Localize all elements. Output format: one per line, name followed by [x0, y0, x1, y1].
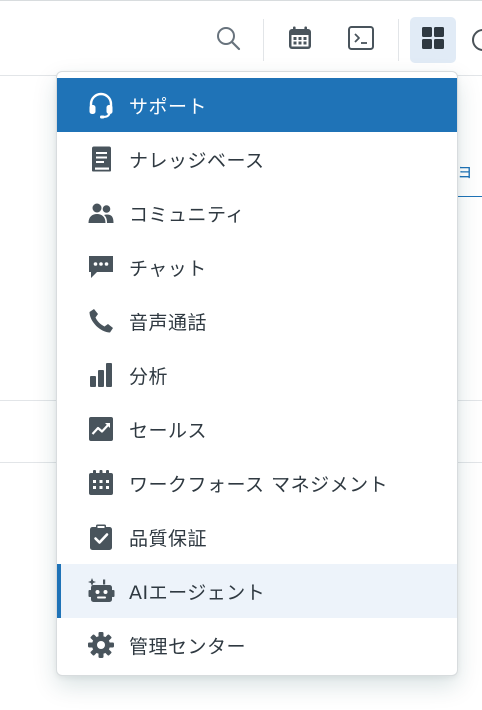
menu-item-label: サポート — [129, 95, 208, 118]
trend-chart-icon — [87, 415, 115, 443]
background-tab-underline — [455, 196, 482, 197]
ai-robot-icon — [87, 577, 115, 605]
book-icon — [87, 145, 115, 173]
menu-item-label: 品質保証 — [129, 527, 208, 550]
menu-item-label: 管理センター — [129, 635, 247, 658]
menu-item-label: ワークフォース マネジメント — [129, 473, 389, 496]
menu-item-chat[interactable]: チャット — [57, 240, 457, 294]
bar-chart-icon — [87, 361, 115, 389]
terminal-icon — [347, 25, 375, 55]
search-icon — [215, 25, 241, 55]
menu-item-label: チャット — [129, 257, 207, 280]
page: ョ サポート ナレッジベース コミュニティ チャット 音声通話 分析 セールス … — [0, 0, 482, 710]
profile-icon[interactable] — [472, 29, 482, 51]
gear-icon — [87, 631, 115, 659]
phone-icon — [87, 307, 115, 335]
product-switcher-menu: サポート ナレッジベース コミュニティ チャット 音声通話 分析 セールス ワー… — [56, 71, 458, 676]
top-bar — [0, 0, 482, 76]
apps-grid-icon — [421, 26, 445, 54]
menu-item-label: コミュニティ — [129, 203, 245, 226]
menu-item-support[interactable]: サポート — [57, 78, 457, 132]
headset-icon — [87, 91, 115, 119]
menu-item-label: 分析 — [129, 365, 169, 388]
menu-item-label: 音声通話 — [129, 311, 208, 334]
menu-item-label: セールス — [129, 419, 208, 442]
calendar-button[interactable] — [277, 17, 323, 63]
workforce-calendar-icon — [87, 469, 115, 497]
search-button[interactable] — [205, 17, 251, 63]
menu-item-ai-agents[interactable]: AIエージェント — [57, 564, 457, 618]
terminal-button[interactable] — [338, 17, 384, 63]
people-icon — [87, 199, 115, 227]
background-tab-text: ョ — [456, 161, 474, 182]
menu-item-knowledge-base[interactable]: ナレッジベース — [57, 132, 457, 186]
chat-icon — [87, 253, 115, 281]
menu-item-community[interactable]: コミュニティ — [57, 186, 457, 240]
menu-item-admin-center[interactable]: 管理センター — [57, 618, 457, 672]
clipboard-check-icon — [87, 523, 115, 551]
menu-item-sales[interactable]: セールス — [57, 402, 457, 456]
menu-item-analytics[interactable]: 分析 — [57, 348, 457, 402]
menu-item-label: ナレッジベース — [129, 149, 265, 172]
menu-item-workforce-management[interactable]: ワークフォース マネジメント — [57, 456, 457, 510]
toolbar-divider — [398, 19, 399, 61]
menu-item-voice[interactable]: 音声通話 — [57, 294, 457, 348]
menu-item-label: AIエージェント — [129, 581, 266, 604]
calendar-icon — [287, 25, 313, 55]
apps-switcher-button[interactable] — [410, 17, 456, 63]
toolbar-divider — [263, 19, 264, 61]
menu-item-quality-assurance[interactable]: 品質保証 — [57, 510, 457, 564]
